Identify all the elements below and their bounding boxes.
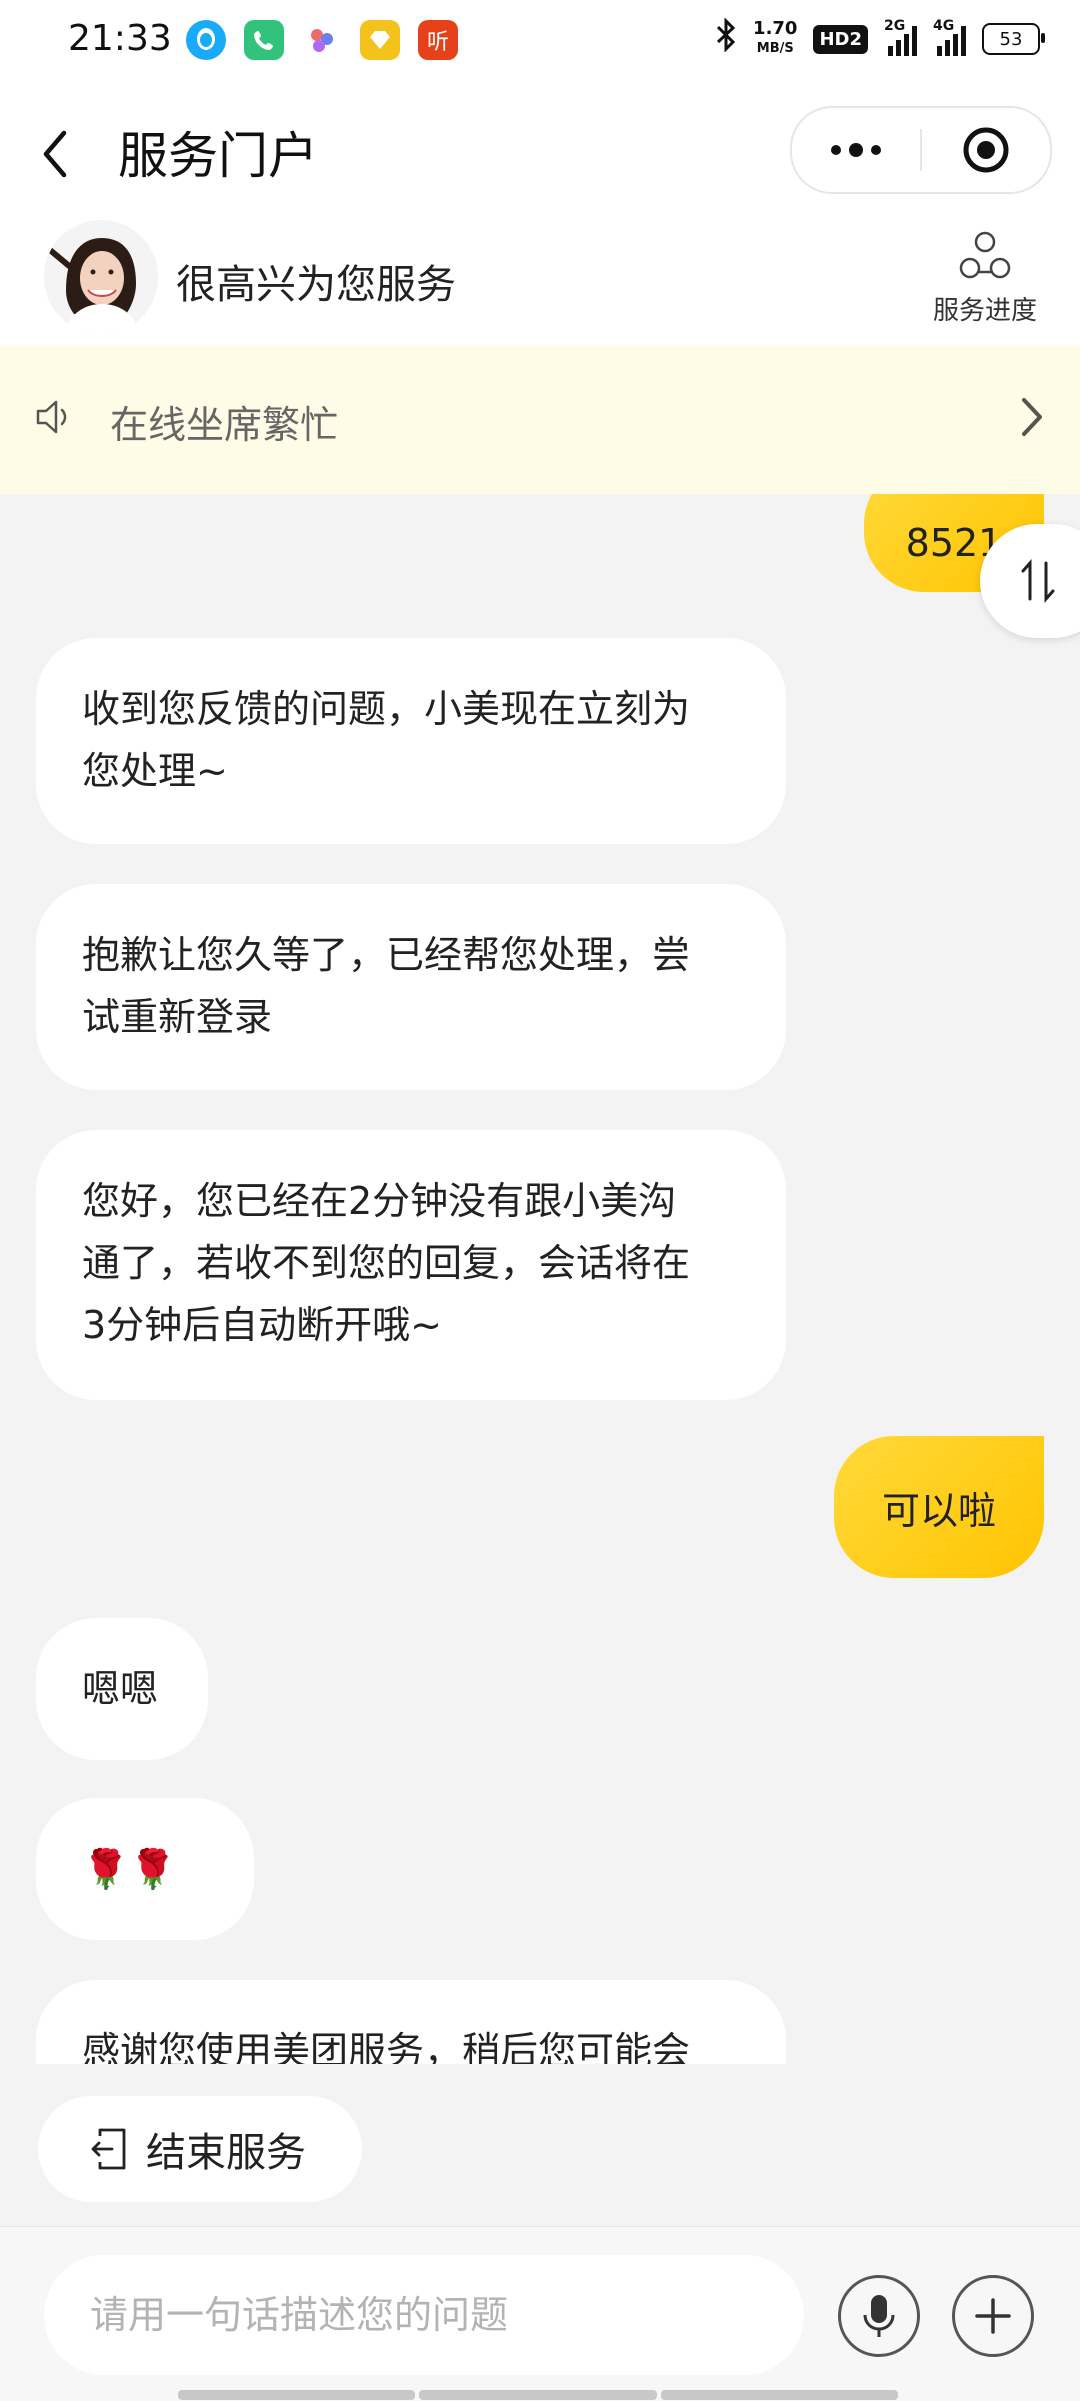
listen-icon: 听 [418, 20, 458, 60]
busy-notice-bar[interactable]: 在线坐席繁忙 [0, 346, 1080, 494]
agent-avatar [44, 220, 158, 334]
mini-program-capsule [790, 106, 1052, 194]
message-text: 🌹🌹 [82, 1847, 177, 1891]
agent-message-bubble: 抱歉让您久等了，已经帮您处理，尝 试重新登录 [36, 884, 786, 1090]
signal-icon-1: 2G [884, 18, 917, 56]
up-down-arrows-icon [1021, 559, 1055, 603]
pay-icon [360, 20, 400, 60]
message-line: 您处理~ [82, 749, 228, 793]
agent-message-bubble: 嗯嗯 [36, 1618, 208, 1760]
message-line: 3分钟后自动断开哦~ [82, 1303, 443, 1347]
message-text: 可以啦 [881, 1488, 996, 1533]
back-button[interactable] [40, 124, 80, 184]
microphone-icon [863, 2295, 895, 2337]
chat-message-list[interactable]: 8521 收到您反馈的问题，小美现在立刻为 您处理~ 抱歉让您久等了，已经帮您处… [0, 494, 1080, 2064]
system-indicators: 1.70 MB/S HD2 2G 4G 53 [715, 17, 1045, 60]
input-bar [0, 2226, 1080, 2401]
target-close-icon [963, 127, 1009, 173]
message-line: 您好，您已经在2分钟没有跟小美沟 [82, 1179, 677, 1223]
notice-text: 在线坐席繁忙 [110, 403, 339, 447]
notification-icons: 听 [186, 20, 458, 60]
service-progress-button[interactable]: 服务进度 [910, 230, 1060, 340]
signal-1-label: 2G [884, 18, 906, 34]
add-button[interactable] [952, 2275, 1034, 2357]
message-text: 感谢您使用美团服务，稍后您可能会 [82, 2029, 691, 2064]
agent-header: 很高兴为您服务 服务进度 [0, 214, 1080, 346]
speed-value: 1.70 [753, 18, 798, 39]
network-speed: 1.70 MB/S [753, 20, 797, 58]
exit-icon [91, 2128, 126, 2170]
user-message-bubble: 可以啦 [834, 1436, 1044, 1578]
agent-greeting: 很高兴为您服务 [176, 262, 456, 308]
close-miniprogram-button[interactable] [922, 108, 1050, 192]
phone-icon [244, 20, 284, 60]
message-line: 收到您反馈的问题，小美现在立刻为 [82, 687, 691, 731]
message-line: 试重新登录 [82, 995, 273, 1039]
clock: 21:33 [68, 18, 172, 59]
chevron-left-icon [43, 130, 67, 178]
top-nav-bar: 服务门户 [0, 84, 1080, 214]
hd-badge: HD2 [813, 24, 868, 54]
message-line: 抱歉让您久等了，已经帮您处理，尝 [82, 933, 691, 977]
agent-message-bubble: 感谢您使用美团服务，稍后您可能会 [36, 1980, 786, 2064]
agent-message-bubble: 您好，您已经在2分钟没有跟小美沟 通了，若收不到您的回复，会话将在 3分钟后自动… [36, 1130, 786, 1400]
scroll-toggle-button[interactable] [980, 524, 1080, 638]
voice-button[interactable] [838, 2275, 920, 2357]
bluetooth-icon [715, 17, 737, 60]
service-progress-icon [959, 231, 1011, 279]
signal-2-label: 4G [933, 18, 955, 34]
gesture-bar [178, 2390, 898, 2400]
end-service-button[interactable]: 结束服务 [38, 2096, 362, 2202]
battery-level: 53 [999, 28, 1023, 50]
more-dots-icon [831, 143, 881, 157]
qq-icon [186, 20, 226, 60]
status-bar: 21:33 听 1.70 MB/S HD2 2G 4G 53 [0, 0, 1080, 84]
agent-message-bubble: 收到您反馈的问题，小美现在立刻为 您处理~ [36, 638, 786, 844]
agent-message-bubble: 🌹🌹 [36, 1798, 254, 1940]
plus-icon [975, 2298, 1011, 2334]
battery-icon: 53 [982, 23, 1045, 55]
speaker-icon [36, 400, 67, 434]
message-text: 嗯嗯 [82, 1667, 159, 1711]
message-input[interactable] [44, 2255, 804, 2375]
page-title: 服务门户 [118, 127, 318, 185]
message-line: 通了，若收不到您的回复，会话将在 [82, 1241, 691, 1285]
signal-icon-2: 4G [933, 18, 966, 56]
service-progress-label: 服务进度 [932, 296, 1037, 326]
end-service-label: 结束服务 [146, 2130, 306, 2176]
chevron-right-icon [1022, 398, 1042, 436]
speed-unit: MB/S [756, 41, 794, 56]
more-button[interactable] [792, 108, 920, 192]
dots-app-icon [302, 20, 342, 60]
